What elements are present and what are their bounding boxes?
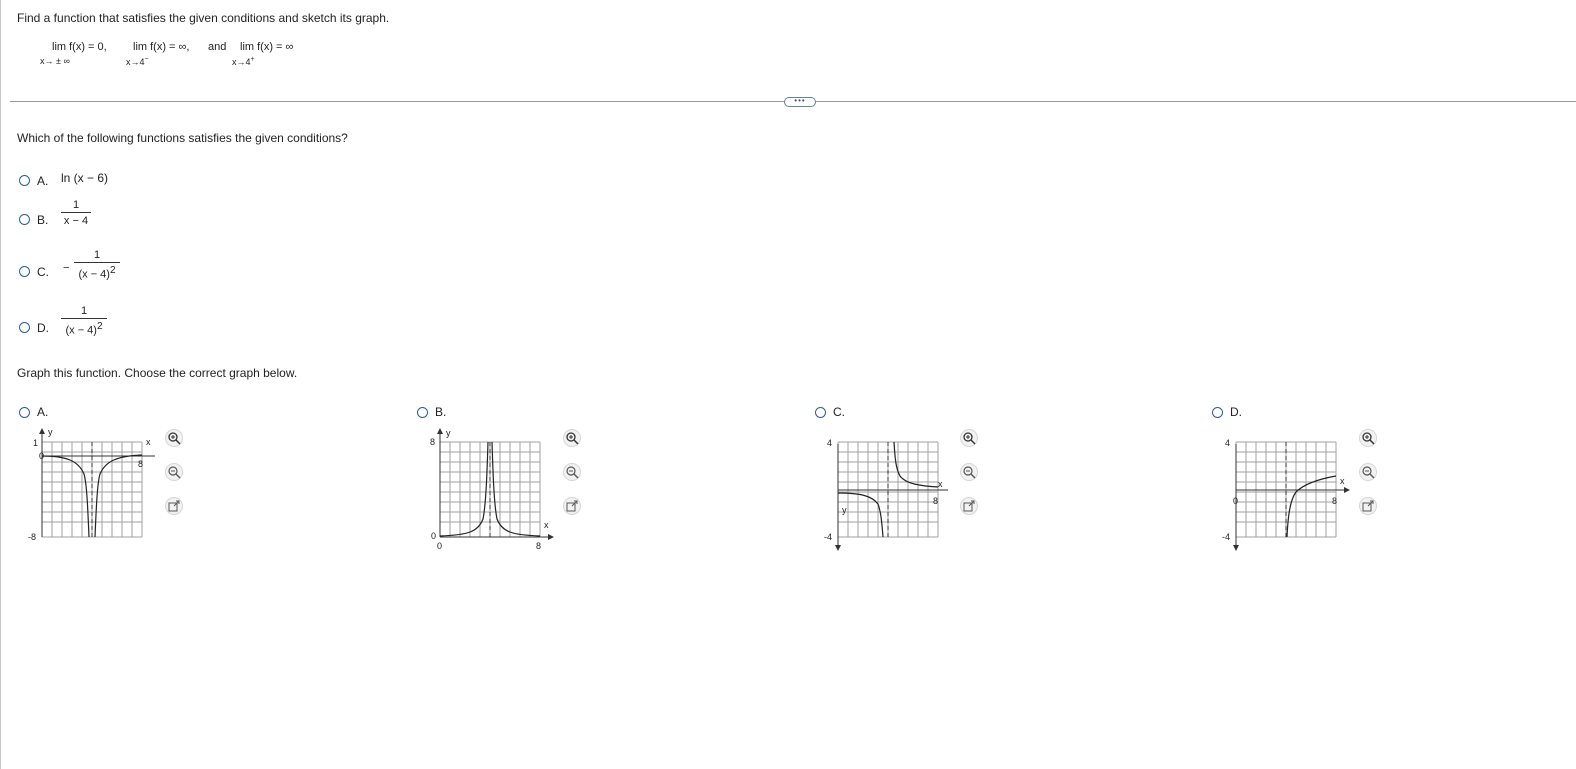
graph-a-zoom-out-icon[interactable]	[165, 463, 183, 481]
graph-a-xend: 8	[138, 459, 144, 469]
page-left-border	[0, 0, 1, 769]
graph-d-new-window-icon[interactable]	[1359, 497, 1377, 515]
graph-a-zoom-in-icon[interactable]	[165, 429, 183, 447]
graph-b-xaxis-label: x	[544, 520, 549, 530]
graph-a-yaxis-label: y	[48, 427, 53, 437]
option-d-fraction: 1 (x − 4)2	[61, 305, 107, 337]
graph-d	[1233, 441, 1350, 551]
graph-d-xend: 8	[1332, 496, 1338, 506]
graph-d-xorigin: 0	[1233, 496, 1239, 506]
graph-d-zoom-in-icon[interactable]	[1359, 429, 1377, 447]
graph-b-ytop: 8	[430, 437, 436, 447]
graph-c-ybottom: -4	[824, 532, 833, 542]
option-b-fraction: 1x − 4	[61, 199, 91, 227]
graph-b-ybottom: 0	[431, 531, 437, 541]
option-c-sign: −	[63, 262, 70, 274]
limit-3: lim f(x) = ∞ x→4+	[232, 41, 294, 67]
question-2: Graph this function. Choose the correct …	[17, 366, 298, 380]
graph-d-ybottom: -4	[1222, 532, 1231, 542]
instruction-text: Find a function that satisfies the given…	[17, 11, 390, 25]
option-c-label: C.	[37, 265, 49, 279]
graph-c-xaxis-label: x	[938, 479, 943, 489]
graph-c-xend: 8	[933, 496, 939, 506]
option-b-label: B.	[37, 213, 49, 227]
graph-c-ytop: 4	[827, 438, 833, 448]
radio-option-c[interactable]	[19, 266, 30, 277]
radio-option-b[interactable]	[19, 214, 30, 225]
graph-b-xend: 8	[536, 541, 542, 551]
graph-b-xorigin: 0	[437, 541, 443, 551]
radio-graph-b[interactable]	[417, 407, 428, 418]
graph-d-ytop: 4	[1225, 438, 1231, 448]
graph-a-label: A.	[37, 405, 49, 419]
graph-c-new-window-icon[interactable]	[960, 497, 978, 515]
limit-2: lim f(x) = ∞, x→4−	[126, 41, 190, 67]
graph-b-label: B.	[435, 405, 447, 419]
graph-d-label: D.	[1230, 405, 1242, 419]
graph-b-zoom-in-icon[interactable]	[563, 429, 581, 447]
graph-a	[39, 428, 155, 538]
graph-b-yaxis-label: y	[446, 428, 451, 438]
graph-b-zoom-out-icon[interactable]	[563, 463, 581, 481]
radio-graph-a[interactable]	[19, 407, 30, 418]
graph-c-yaxis-label: y	[842, 505, 847, 515]
graph-b	[437, 428, 554, 540]
graph-a-ytop: 1	[33, 438, 39, 448]
more-button[interactable]: •••	[784, 97, 816, 107]
graph-a-new-window-icon[interactable]	[165, 497, 183, 515]
graph-d-xaxis-label: x	[1340, 476, 1345, 486]
graph-b-new-window-icon[interactable]	[563, 497, 581, 515]
radio-graph-d[interactable]	[1212, 407, 1223, 418]
graph-d-zoom-out-icon[interactable]	[1359, 463, 1377, 481]
option-d-label: D.	[37, 321, 49, 335]
graph-a-xorigin: 0	[39, 451, 45, 461]
graph-a-ybottom: -8	[28, 532, 37, 542]
option-a-expression: ln (x − 6)	[61, 171, 109, 185]
limit-and: and	[208, 41, 227, 53]
graph-c-label: C.	[833, 405, 845, 419]
graph-c	[835, 441, 948, 551]
graph-c-zoom-in-icon[interactable]	[960, 429, 978, 447]
graph-c-zoom-out-icon[interactable]	[960, 463, 978, 481]
radio-option-d[interactable]	[19, 322, 30, 333]
limit-1: lim f(x) = 0, x→ ± ∞	[40, 41, 107, 66]
graph-a-xaxis-label: x	[146, 437, 151, 447]
radio-graph-c[interactable]	[815, 407, 826, 418]
radio-option-a[interactable]	[19, 175, 30, 186]
option-c-fraction: 1 (x − 4)2	[74, 249, 120, 281]
question-1: Which of the following functions satisfi…	[17, 131, 348, 145]
option-a-label: A.	[37, 174, 49, 188]
